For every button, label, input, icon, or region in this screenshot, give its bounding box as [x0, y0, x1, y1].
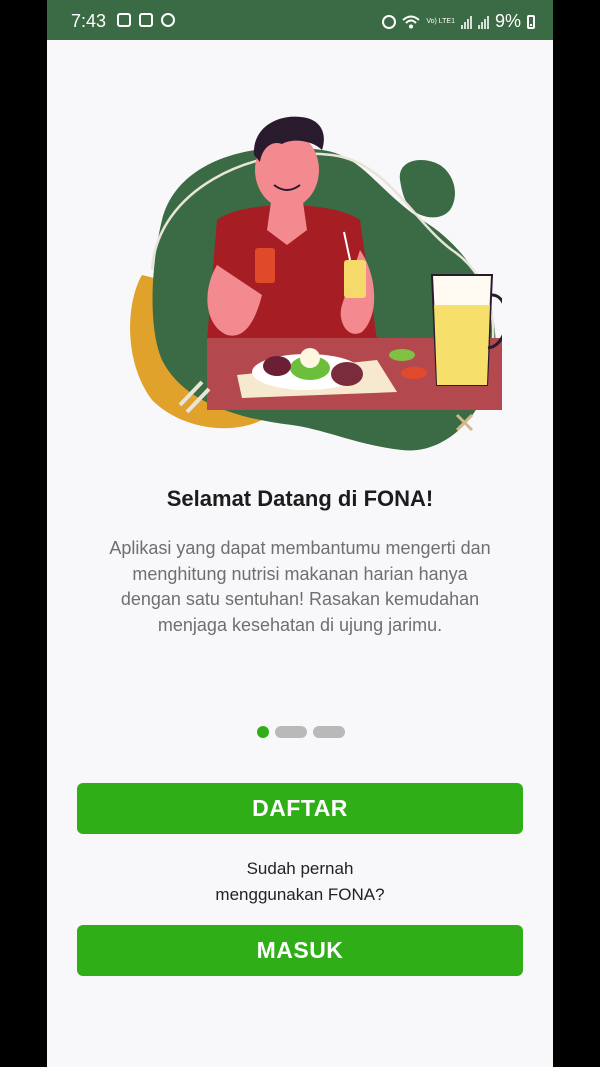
- status-right-icons: Vo) LTE1 9%: [382, 11, 535, 32]
- login-prompt-line2: menggunakan FONA?: [215, 885, 385, 904]
- illustration-green-blob-small: [399, 160, 455, 218]
- app-screen: 7:43 Vo) LTE1 9% Selamat Datang di FONA!…: [47, 0, 553, 1067]
- onboarding-illustration: [130, 116, 502, 451]
- illustration-sauce-bowl: [389, 349, 415, 361]
- illustration-rice: [263, 356, 291, 376]
- illustration-sambal-bowl: [401, 367, 427, 379]
- login-prompt-line1: Sudah pernah: [246, 859, 354, 878]
- welcome-description: Aplikasi yang dapat membantumu mengerti …: [109, 538, 491, 635]
- page-dot[interactable]: [313, 726, 345, 738]
- battery-percent: 9%: [494, 11, 521, 31]
- signal-icon: [460, 15, 472, 29]
- screenshot-icon: [117, 13, 131, 27]
- register-button[interactable]: DAFTAR: [77, 783, 523, 834]
- welcome-title: Selamat Datang di FONA!: [166, 486, 434, 511]
- battery-icon: [527, 14, 535, 29]
- illustration-meat: [331, 362, 363, 386]
- login-button[interactable]: MASUK: [77, 925, 523, 976]
- status-left-icons: [117, 13, 175, 27]
- login-prompt: Sudah pernah menggunakan FONA?: [47, 856, 553, 908]
- illustration-juice: [434, 305, 490, 385]
- wifi-icon: [402, 15, 420, 28]
- illustration-glass: [344, 260, 366, 298]
- illustration-egg: [300, 348, 320, 368]
- volte-icon: Vo) LTE1: [426, 18, 455, 25]
- page-dot[interactable]: [275, 726, 307, 738]
- page-dot-active[interactable]: [257, 726, 269, 738]
- status-bar: 7:43 Vo) LTE1 9%: [47, 0, 553, 40]
- page-indicator: [257, 726, 345, 738]
- alarm-icon: [382, 14, 397, 29]
- dnd-icon: [161, 13, 175, 27]
- status-time: 7:43: [71, 11, 107, 31]
- signal-icon: [477, 15, 489, 29]
- illustration-phone: [255, 248, 275, 283]
- gallery-icon: [139, 13, 153, 27]
